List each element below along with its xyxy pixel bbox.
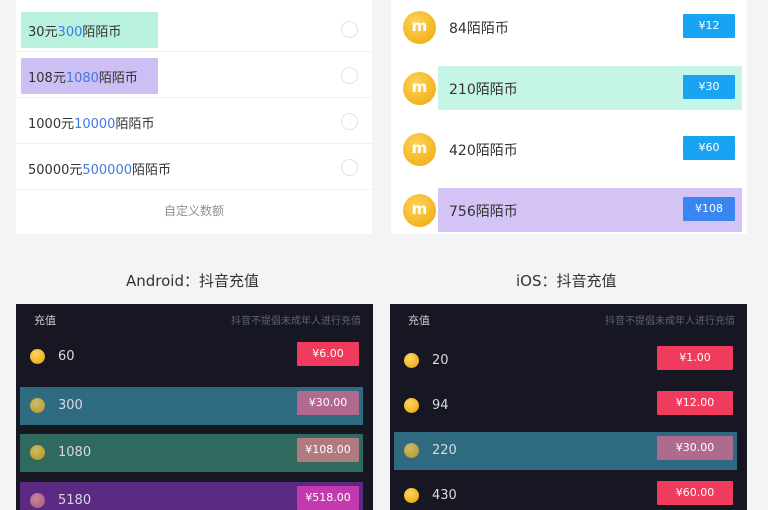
price-button[interactable]: ¥60 [683,136,735,160]
price-row[interactable]: m 84陌陌币 ¥12 [391,0,747,60]
screenshot: 30元300陌陌币 108元1080陌陌币 1000元10000陌陌币 5000… [0,0,768,510]
price-button[interactable]: ¥60.00 [657,481,733,505]
recharge-row[interactable]: 220 ¥30.00 [390,428,747,474]
price-button[interactable]: ¥6.00 [297,342,359,366]
panel-header: 充值 抖音不提倡未成年人进行充值 [390,304,747,334]
coin-icon [404,488,419,503]
coin-amount: 300 [58,398,83,413]
recharge-row[interactable]: 300 ¥30.00 [16,383,373,429]
coin-icon [30,398,45,413]
option-row[interactable]: 1000元10000陌陌币 [16,100,372,144]
coin-amount-label: 84陌陌币 [449,21,509,37]
price-button[interactable]: ¥30.00 [657,436,733,460]
option-label: 50000元500000陌陌币 [28,163,172,178]
coin-amount: 1080 [58,445,92,460]
price-row[interactable]: m 756陌陌币 ¥108 [391,183,747,243]
price-button[interactable]: ¥12 [683,14,735,38]
minor-notice: 抖音不提倡未成年人进行充值 [605,316,735,327]
option-label: 1000元10000陌陌币 [28,117,155,132]
coin-amount-label: 420陌陌币 [449,143,518,159]
coin-icon [404,398,419,413]
price-row[interactable]: m 420陌陌币 ¥60 [391,122,747,182]
coin-amount-label: 210陌陌币 [449,82,518,98]
coin-icon: m [403,194,436,227]
momo-price-list-card: m 84陌陌币 ¥12 m 210陌陌币 ¥30 m 420陌陌币 ¥60 m … [391,0,747,234]
coin-icon [404,443,419,458]
recharge-row[interactable]: 1080 ¥108.00 [16,430,373,476]
android-label: Android：抖音充值 [126,272,259,290]
recharge-row[interactable]: 60 ¥6.00 [16,334,373,380]
momo-recharge-options-card: 30元300陌陌币 108元1080陌陌币 1000元10000陌陌币 5000… [16,0,372,234]
price-row[interactable]: m 210陌陌币 ¥30 [391,61,747,121]
option-row[interactable]: 30元300陌陌币 [16,8,372,52]
panel-title: 充值 [34,314,56,327]
recharge-row[interactable]: 20 ¥1.00 [390,338,747,384]
price-button[interactable]: ¥108 [683,197,735,221]
recharge-row[interactable]: 430 ¥60.00 [390,473,747,510]
custom-amount-button[interactable]: 自定义数额 [16,192,372,230]
coin-amount: 5180 [58,493,92,508]
coin-amount: 220 [432,443,457,458]
radio-button[interactable] [341,21,358,38]
coin-icon [404,353,419,368]
option-row[interactable]: 50000元500000陌陌币 [16,146,372,190]
recharge-row[interactable]: 94 ¥12.00 [390,383,747,429]
price-button[interactable]: ¥30.00 [297,391,359,415]
option-label: 108元1080陌陌币 [28,71,138,86]
minor-notice: 抖音不提倡未成年人进行充值 [231,316,361,327]
coin-amount: 94 [432,398,449,413]
ios-recharge-panel: 充值 抖音不提倡未成年人进行充值 20 ¥1.00 94 ¥12.00 220 … [390,304,747,510]
option-label: 30元300陌陌币 [28,25,122,40]
radio-button[interactable] [341,67,358,84]
radio-button[interactable] [341,113,358,130]
coin-icon [30,493,45,508]
coin-icon: m [403,72,436,105]
price-button[interactable]: ¥30 [683,75,735,99]
panel-header: 充值 抖音不提倡未成年人进行充值 [16,304,373,334]
coin-amount: 430 [432,488,457,503]
ios-label: iOS：抖音充值 [516,272,617,290]
android-recharge-panel: 充值 抖音不提倡未成年人进行充值 60 ¥6.00 300 ¥30.00 108… [16,304,373,510]
coin-amount: 60 [58,349,75,364]
coin-icon: m [403,11,436,44]
coin-amount-label: 756陌陌币 [449,204,518,220]
coin-icon [30,349,45,364]
coin-icon [30,445,45,460]
price-button[interactable]: ¥1.00 [657,346,733,370]
radio-button[interactable] [341,159,358,176]
coin-amount: 20 [432,353,449,368]
coin-icon: m [403,133,436,166]
option-row[interactable]: 108元1080陌陌币 [16,54,372,98]
recharge-row[interactable]: 5180 ¥518.00 [16,478,373,510]
panel-title: 充值 [408,314,430,327]
price-button[interactable]: ¥518.00 [297,486,359,510]
price-button[interactable]: ¥108.00 [297,438,359,462]
price-button[interactable]: ¥12.00 [657,391,733,415]
